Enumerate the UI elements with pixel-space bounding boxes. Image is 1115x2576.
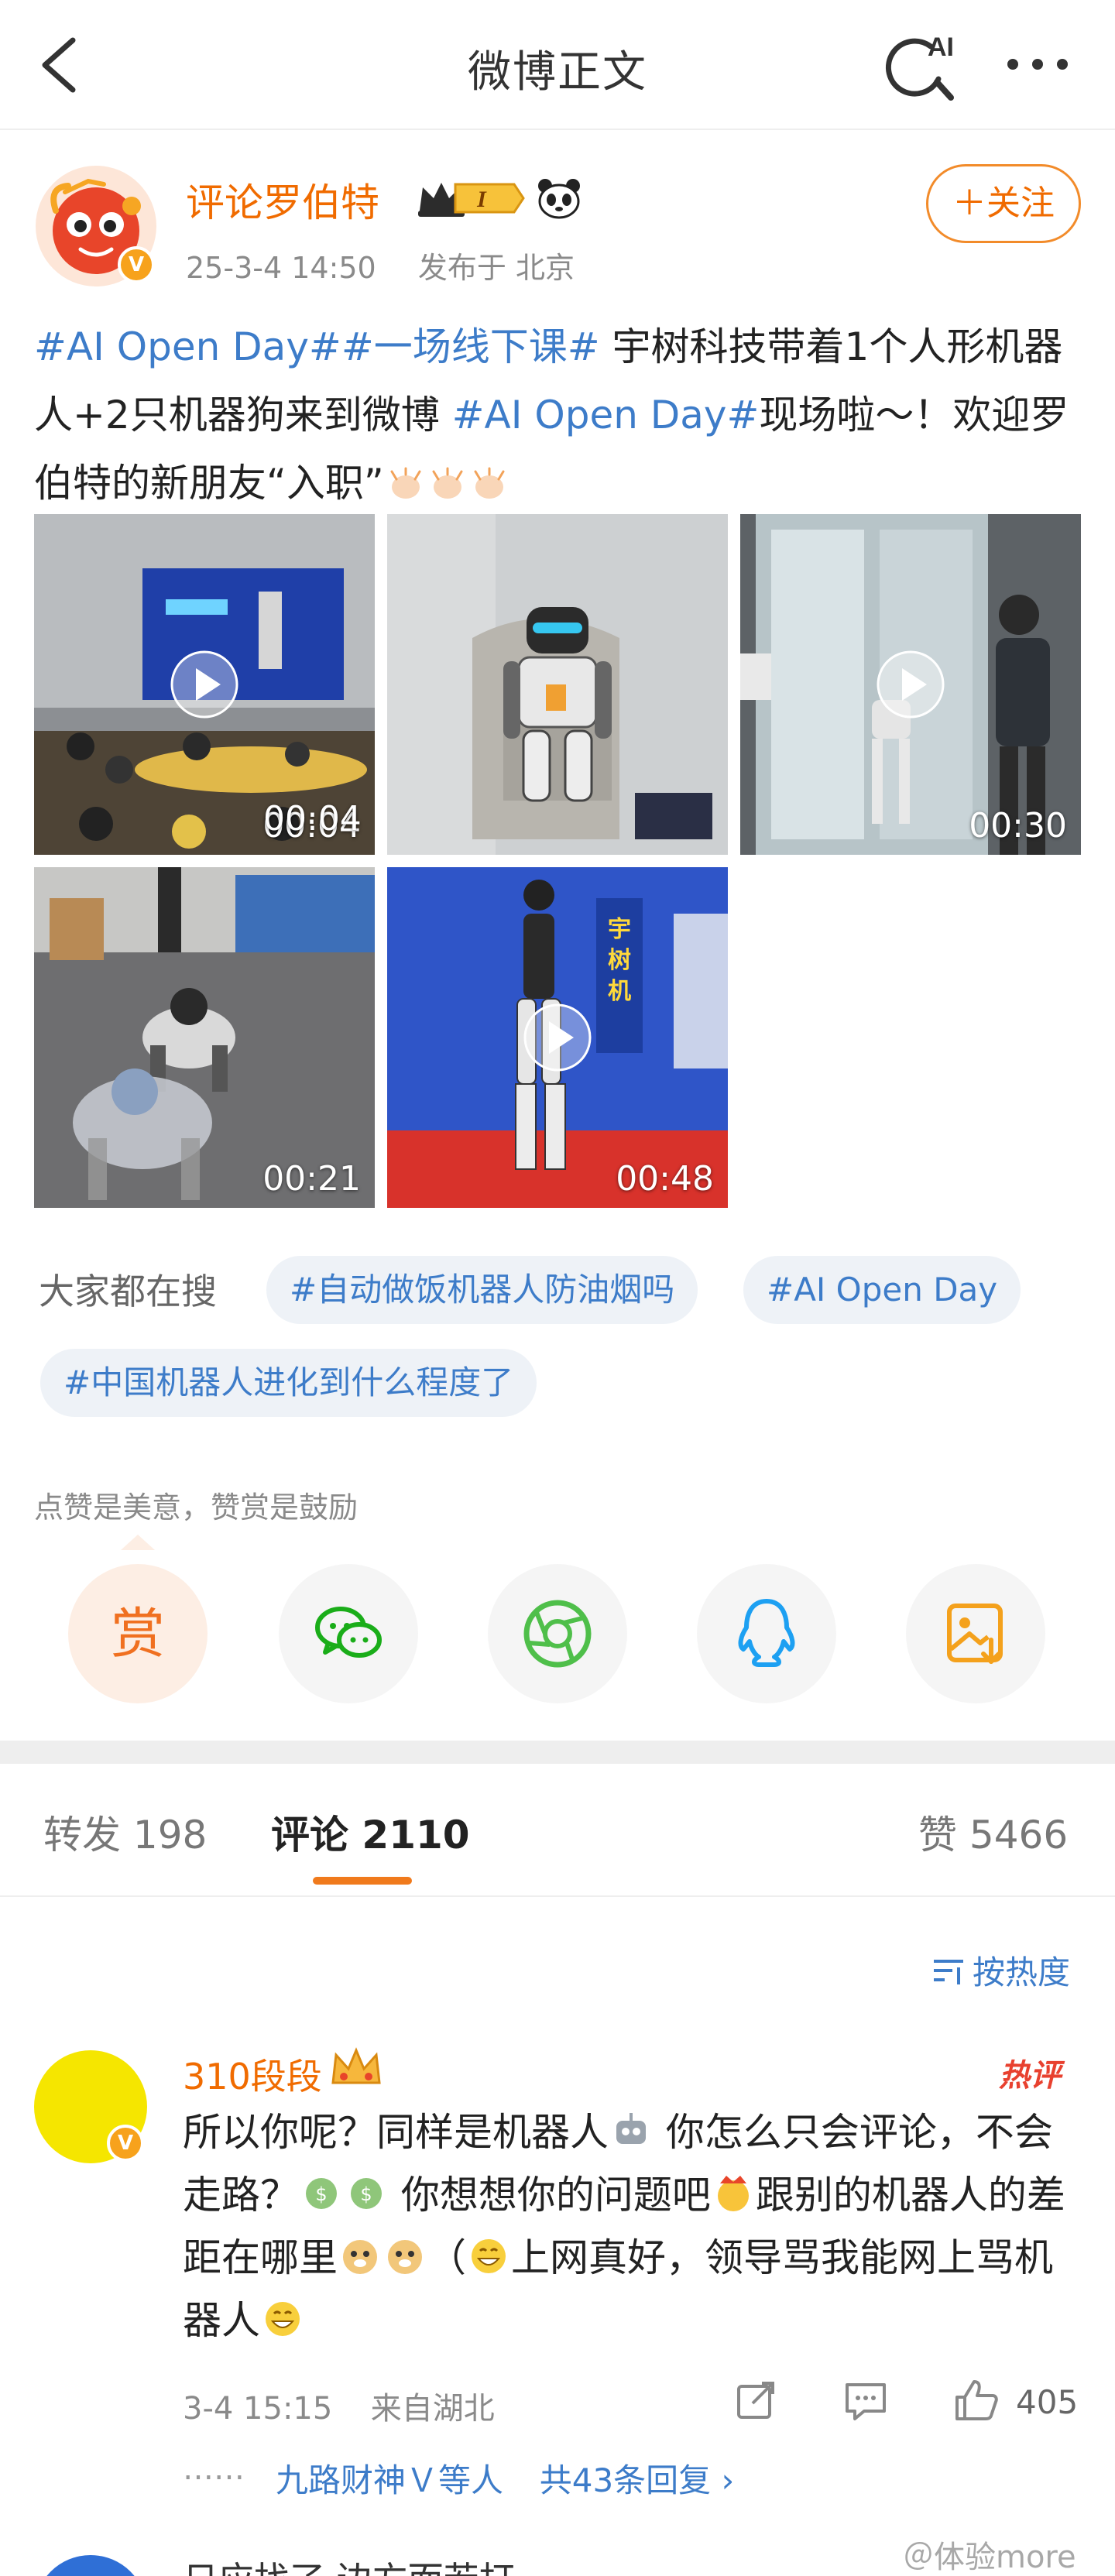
like-count: 405 <box>1016 2383 1079 2421</box>
svg-text:树: 树 <box>608 947 631 974</box>
author-name[interactable]: 评论罗伯特 <box>186 172 379 228</box>
verified-badge: V <box>107 2125 144 2162</box>
robot-emoji <box>616 2113 646 2144</box>
hashtag-link[interactable]: #AI Open Day# <box>452 393 760 437</box>
grin-emoji <box>472 2239 506 2273</box>
tab-comment[interactable]: 评论 2110 <box>271 1804 470 1860</box>
comment-location: 来自湖北 <box>370 2391 495 2427</box>
nav-bar: 微博正文 AI <box>0 0 1115 130</box>
reward-text: 点赞是美意，赞赏是鼓励 <box>34 1490 359 1525</box>
video-duration: 00:04 <box>263 799 362 839</box>
svg-text:$: $ <box>315 2183 327 2205</box>
repost-icon[interactable] <box>731 2375 780 2425</box>
watermark: ＠体验more <box>903 2540 1076 2575</box>
share-qq-button[interactable] <box>697 1564 836 1703</box>
comment-meta: 3-4 15:15 来自湖北 <box>183 2383 495 2428</box>
comment-body: 所以你呢？同样是机器人 你怎么只会评论，不会走路？ $ $ 你想想你的问题吧 跟别的机… <box>183 2101 1089 2352</box>
money-emoji: $ <box>351 2178 382 2209</box>
crown-badge-icon: I <box>418 183 525 217</box>
section-divider <box>0 1741 1115 1764</box>
hot-comment-badge: 热评 <box>999 2058 1061 2094</box>
search-chip[interactable]: #中国机器人进化到什么程度了 <box>40 1349 537 1417</box>
clap-emoji <box>390 467 421 499</box>
like-icon[interactable] <box>951 2375 1000 2425</box>
comment-text: 所以你呢？同样是机器人 <box>183 2110 609 2155</box>
crown-emoji <box>717 2176 749 2211</box>
comment-text: 你想想你的问题吧 <box>389 2173 711 2218</box>
reward-button[interactable]: 赏 <box>68 1564 208 1703</box>
video-duration: 00:21 <box>262 1159 361 1199</box>
hashtag-link[interactable]: #一场线下课# <box>341 324 600 369</box>
play-icon[interactable] <box>170 650 239 719</box>
reply-users: 九路财神Ｖ等人 <box>276 2461 504 2499</box>
qq-icon <box>738 1599 795 1667</box>
sort-button[interactable]: 按热度 <box>932 1947 1070 1994</box>
hashtag-link[interactable]: #AI Open Day# <box>34 324 341 369</box>
share-wechat-button[interactable] <box>279 1564 418 1703</box>
ai-search-icon[interactable]: AI <box>883 23 960 108</box>
post-location: 发布于 北京 <box>417 251 575 285</box>
grin-emoji <box>266 2302 300 2336</box>
post-meta: 25-3-4 14:50 发布于 北京 <box>186 244 575 286</box>
video-thumbnail[interactable]: 00:30 <box>740 514 1081 855</box>
panda-icon <box>538 179 580 219</box>
save-image-button[interactable] <box>906 1564 1045 1703</box>
comment-text: （ <box>427 2235 466 2280</box>
video-thumbnail[interactable] <box>387 514 728 855</box>
reward-pointer <box>121 1535 155 1550</box>
search-label: 大家都在搜 <box>39 1271 217 1312</box>
clap-emoji <box>474 467 505 499</box>
follow-button[interactable]: ＋关注 <box>926 164 1081 243</box>
next-comment-peek: 日应找了 边方而若打 <box>183 2552 515 2576</box>
post-time: 25-3-4 14:50 <box>186 251 376 285</box>
moments-icon <box>523 1600 592 1668</box>
level-badge: I <box>476 187 487 212</box>
comment-icon[interactable] <box>841 2375 890 2425</box>
play-icon[interactable] <box>876 650 945 719</box>
verified-badge: V <box>118 246 155 283</box>
doge-emoji <box>388 2240 422 2274</box>
sort-label: 按热度 <box>973 1953 1071 1991</box>
tab-repost[interactable]: 转发 198 <box>43 1804 207 1860</box>
sort-icon <box>934 1959 963 1984</box>
view-replies-link[interactable]: 九路财神Ｖ等人 共43条回复 › <box>276 2454 734 2502</box>
active-tab-indicator <box>313 1877 412 1885</box>
video-thumbnail[interactable]: 宇 树 机 00:48 <box>387 867 728 1208</box>
next-commenter-avatar[interactable] <box>34 2555 147 2576</box>
tab-like[interactable]: 赞 5466 <box>918 1804 1068 1860</box>
comment-time: 3-4 15:15 <box>183 2391 333 2427</box>
reply-count: 共43条回复 › <box>539 2461 735 2499</box>
svg-text:宇: 宇 <box>608 916 631 943</box>
clap-emoji <box>432 467 463 499</box>
doge-emoji <box>343 2240 377 2274</box>
svg-text:机: 机 <box>608 978 631 1005</box>
share-moments-button[interactable] <box>488 1564 627 1703</box>
commenter-name[interactable]: 310段段 <box>183 2049 322 2100</box>
wechat-icon <box>315 1607 382 1658</box>
save-image-icon <box>947 1604 1003 1664</box>
reward-label: 赏 <box>111 1602 165 1665</box>
reply-dots: …… <box>183 2451 245 2487</box>
tab-divider <box>0 1895 1115 1897</box>
video-duration: 00:30 <box>969 806 1067 846</box>
ai-label: AI <box>928 33 954 62</box>
post-text: #AI Open Day##一场线下课# 宇树科技带着1个人形机器人+2只机器狗… <box>34 313 1087 517</box>
crown-emoji <box>331 2047 381 2084</box>
video-duration: 00:48 <box>616 1159 714 1199</box>
search-chip[interactable]: #AI Open Day <box>743 1256 1021 1324</box>
search-chip[interactable]: #自动做饭机器人防油烟吗 <box>266 1256 698 1324</box>
video-thumbnail[interactable]: 00:21 <box>34 867 375 1208</box>
author-badges: I <box>415 175 582 221</box>
money-emoji: $ <box>306 2178 337 2209</box>
more-icon[interactable] <box>999 45 1076 84</box>
play-icon[interactable] <box>523 1003 592 1072</box>
svg-text:$: $ <box>360 2183 372 2205</box>
